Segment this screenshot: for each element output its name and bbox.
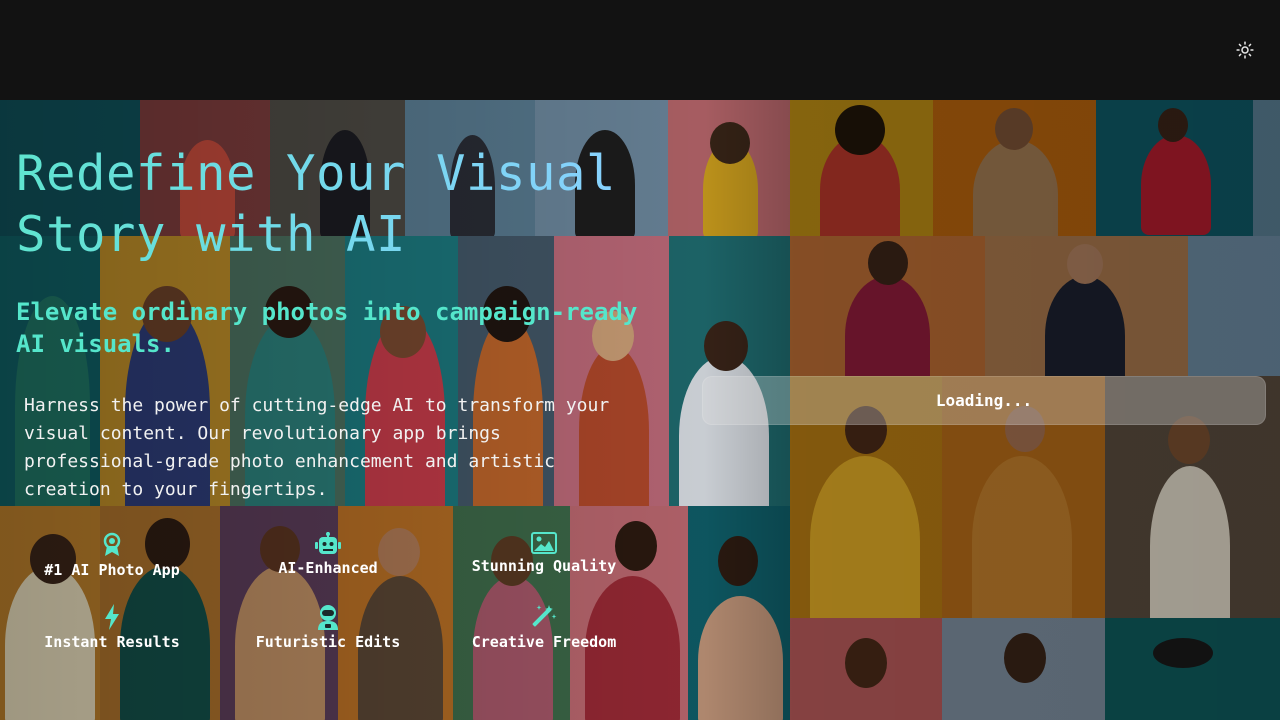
feature-label: #1 AI Photo App bbox=[44, 561, 180, 579]
sun-icon bbox=[1236, 41, 1254, 59]
hero-subtitle: Elevate ordinary photos into campaign-re… bbox=[16, 298, 638, 358]
mosaic-photo bbox=[1105, 618, 1280, 720]
top-bar bbox=[0, 0, 1280, 100]
image-icon bbox=[531, 532, 557, 554]
feature-item-creative-freedom: Creative Freedom bbox=[448, 604, 640, 664]
hero-title-line-1: Redefine Your Visual bbox=[16, 145, 617, 202]
feature-item-ai-photo-app: #1 AI Photo App bbox=[16, 532, 208, 592]
mosaic-photo bbox=[790, 100, 933, 236]
feature-item-instant-results: Instant Results bbox=[16, 604, 208, 664]
hero-title-line-2: Story with AI bbox=[16, 206, 407, 263]
mosaic-photo bbox=[1188, 236, 1280, 376]
feature-item-ai-enhanced: AI-Enhanced bbox=[232, 532, 424, 592]
feature-label: AI-Enhanced bbox=[278, 559, 378, 577]
mosaic-photo bbox=[933, 100, 1096, 236]
mosaic-photo bbox=[790, 236, 985, 376]
mosaic-photo bbox=[942, 618, 1105, 720]
feature-label: Instant Results bbox=[44, 633, 180, 651]
feature-label: Futuristic Edits bbox=[255, 633, 401, 651]
hero-description: Harness the power of cutting-edge AI to … bbox=[24, 395, 610, 500]
user-astronaut-icon bbox=[318, 605, 338, 630]
mosaic-photo bbox=[669, 236, 790, 506]
mosaic-photo bbox=[790, 618, 942, 720]
magic-wand-icon bbox=[532, 605, 557, 627]
feature-grid: #1 AI Photo App AI-Enhanced Stunning Qua… bbox=[16, 532, 666, 672]
robot-icon bbox=[315, 532, 341, 554]
loading-indicator: Loading... bbox=[702, 376, 1266, 425]
mosaic-photo bbox=[668, 100, 790, 236]
award-icon bbox=[103, 532, 121, 556]
feature-item-stunning-quality: Stunning Quality bbox=[448, 532, 640, 592]
theme-toggle-button[interactable] bbox=[1234, 39, 1256, 61]
mosaic-photo bbox=[688, 506, 790, 720]
mosaic-photo bbox=[1096, 100, 1253, 236]
loading-text: Loading... bbox=[935, 391, 1033, 410]
feature-item-futuristic-edits: Futuristic Edits bbox=[232, 604, 424, 664]
mosaic-photo bbox=[985, 236, 1188, 376]
feature-label: Stunning Quality bbox=[471, 557, 617, 575]
hero-title: Redefine Your Visual Story with AI bbox=[16, 143, 656, 265]
feature-label: Creative Freedom bbox=[471, 633, 617, 651]
mosaic-photo bbox=[1253, 100, 1280, 236]
lightning-icon bbox=[105, 604, 119, 630]
